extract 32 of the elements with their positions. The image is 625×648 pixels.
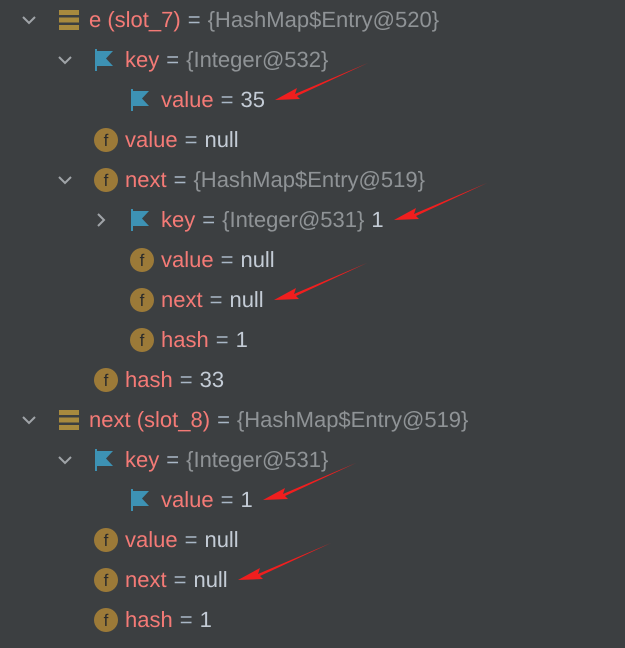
field-icon: f xyxy=(130,288,154,312)
variable-text: value = 1 xyxy=(161,487,253,513)
variable-text: value = null xyxy=(125,527,239,553)
field-icon: f xyxy=(94,128,118,152)
variable-text: key = {Integer@531} 1 xyxy=(161,207,384,233)
field-icon: f xyxy=(94,568,118,592)
field-icon: f xyxy=(94,528,118,552)
variable-text: value = null xyxy=(161,247,275,273)
stack-icon xyxy=(58,409,80,431)
flag-icon xyxy=(130,489,150,511)
flag-icon xyxy=(130,89,150,111)
stack-icon xyxy=(58,9,80,31)
field-icon: f xyxy=(94,368,118,392)
variable-text: hash = 1 xyxy=(125,607,212,633)
field-icon: f xyxy=(94,608,118,632)
field-icon: f xyxy=(94,168,118,192)
flag-icon xyxy=(94,449,114,471)
field-icon: f xyxy=(130,328,154,352)
variable-text: next = null xyxy=(125,567,228,593)
variable-text: key = {Integer@531} xyxy=(125,447,328,473)
variable-text: next (slot_8) = {HashMap$Entry@519} xyxy=(89,407,468,433)
field-icon: f xyxy=(130,248,154,272)
variable-text: value = null xyxy=(125,127,239,153)
variable-text: next = {HashMap$Entry@519} xyxy=(125,167,425,193)
variable-text: hash = 1 xyxy=(161,327,248,353)
variable-text: key = {Integer@532} xyxy=(125,47,328,73)
flag-icon xyxy=(94,49,114,71)
variable-text: e (slot_7) = {HashMap$Entry@520} xyxy=(89,7,440,33)
variable-text: next = null xyxy=(161,287,264,313)
variable-text: hash = 33 xyxy=(125,367,224,393)
variable-text: value = 35 xyxy=(161,87,265,113)
flag-icon xyxy=(130,209,150,231)
